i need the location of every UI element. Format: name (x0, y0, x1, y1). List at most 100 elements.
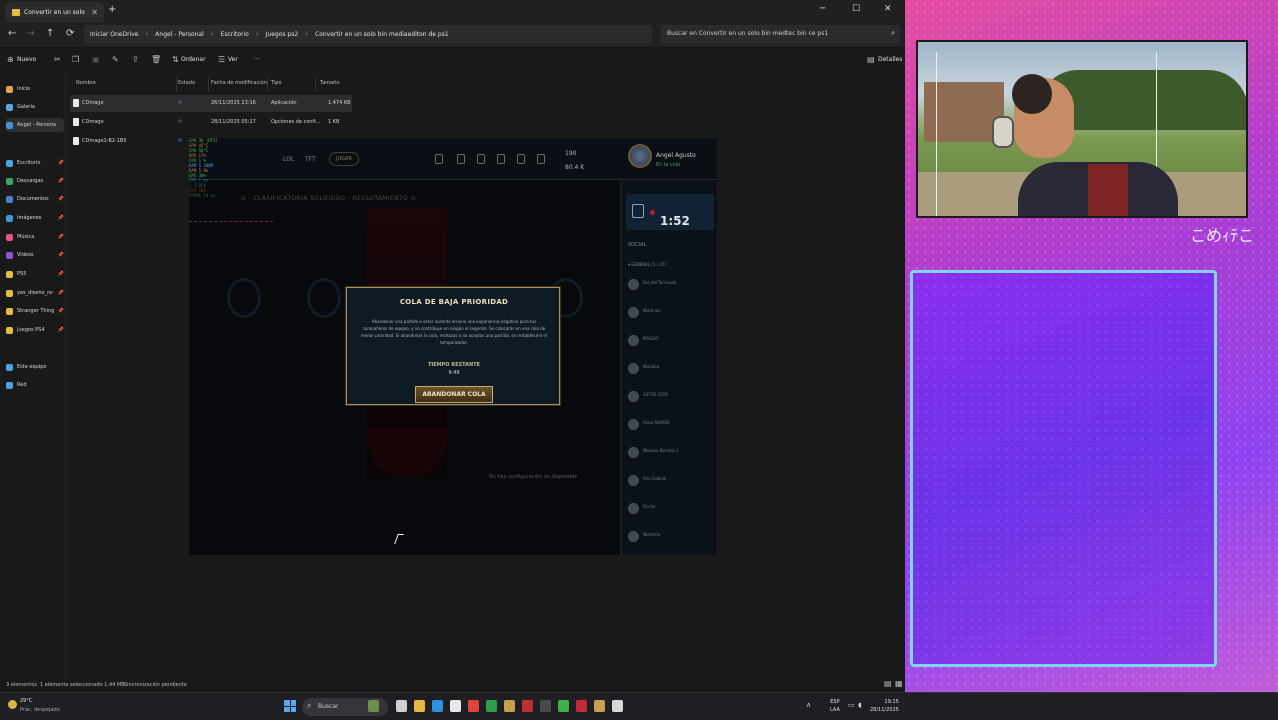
riot-client-icon[interactable] (576, 700, 587, 712)
tray-overflow-icon[interactable]: ∧ (806, 701, 811, 709)
file-row[interactable]: CDmage ⟳ 26/11/2025 23:16 Aplicación 1.474 K… (70, 95, 352, 112)
app-icon[interactable] (522, 700, 533, 712)
sidebar-item[interactable]: PS5 📌 (6, 267, 64, 281)
sort-button[interactable]: Ordenar (181, 56, 206, 63)
column-divider[interactable] (208, 78, 209, 92)
back-button[interactable]: ← (8, 28, 16, 39)
sidebar-item[interactable]: Imágenes 📌 (6, 211, 64, 225)
leave-queue-button[interactable]: ABANDONAR COLA (415, 386, 493, 403)
sidebar-item[interactable]: Escritorio 📌 (6, 156, 64, 170)
volume-icon[interactable]: ◖ (858, 701, 862, 709)
refresh-button[interactable]: ⟳ (66, 28, 74, 39)
sidebar-item[interactable]: Descargas 📌 (6, 174, 64, 188)
tab-tft[interactable]: TFT (305, 156, 316, 163)
store-icon[interactable] (537, 154, 545, 164)
loot-icon[interactable] (517, 154, 525, 164)
profile-icon[interactable] (477, 154, 485, 164)
sidebar-item[interactable]: Red (6, 378, 64, 392)
play-button[interactable]: JUGAR (329, 152, 359, 166)
breadcrumb-personal[interactable]: Angel - Personal (155, 31, 204, 38)
rename-icon[interactable]: ✎ (112, 55, 119, 64)
new-tab-button[interactable]: + (108, 4, 116, 15)
more-options-button[interactable]: ··· (254, 56, 260, 63)
whatsapp-icon[interactable] (486, 700, 497, 712)
friend-item[interactable]: Dio del Terrsuelo (628, 278, 712, 292)
up-button[interactable]: ↑ (46, 28, 54, 39)
view-button[interactable]: Ver (228, 56, 238, 63)
delete-icon[interactable]: 🗑 (151, 55, 161, 64)
breadcrumb-current[interactable]: Convertir en un solo bin mediaediton de … (315, 31, 449, 38)
address-bar[interactable]: Iniciar OneDrive › Angel - Personal › Es… (84, 25, 652, 43)
search-input[interactable]: Buscar en Convertir en un solo bin medte… (661, 25, 900, 43)
trophy-icon[interactable] (457, 154, 465, 164)
pin-icon: 📌 (57, 327, 64, 333)
sidebar-item[interactable]: Galería (6, 100, 64, 114)
file-row[interactable]: CDmage ⟳ 28/11/2025 05:27 Opciones de confi… (70, 114, 352, 131)
obs-icon[interactable] (540, 700, 551, 712)
friend-item[interactable]: Ana Gabriel (628, 474, 712, 488)
forward-button[interactable]: → (26, 28, 34, 39)
store-icon[interactable] (450, 700, 461, 712)
friend-item[interactable]: Monaco Benitez 1 (628, 446, 712, 460)
column-type[interactable]: Tipo (271, 80, 282, 86)
task-view-icon[interactable] (396, 700, 407, 712)
friend-group-header[interactable]: ▾ GENERAL (1 / 37) (628, 262, 666, 267)
explorer-tab[interactable]: Convertir en un solo bin mod ✕ (6, 2, 104, 22)
app-icon[interactable] (504, 700, 515, 712)
friend-item[interactable]: Martinez (628, 306, 712, 320)
details-button[interactable]: Detalles (878, 56, 903, 63)
column-divider[interactable] (176, 78, 177, 92)
breadcrumb-games[interactable]: Juegos ps2 (266, 31, 299, 38)
sidebar-item[interactable]: Angel - Persona (6, 118, 64, 132)
edge-icon[interactable] (432, 700, 443, 712)
breadcrumb-desktop[interactable]: Escritorio (221, 31, 249, 38)
sidebar-item[interactable]: Inicio (6, 82, 64, 96)
collection-icon[interactable] (497, 154, 505, 164)
app-icon[interactable] (612, 700, 623, 712)
column-status[interactable]: Estado (178, 80, 195, 86)
paste-icon[interactable]: ▣ (92, 55, 100, 64)
network-icon[interactable]: ▭ (848, 701, 855, 709)
close-tab-icon[interactable]: ✕ (91, 8, 98, 17)
friend-item[interactable]: Nietzche (628, 530, 712, 544)
column-divider[interactable] (315, 78, 316, 92)
app-icon[interactable] (558, 700, 569, 712)
search-highlight-icon[interactable] (368, 700, 379, 712)
league-icon[interactable] (594, 700, 605, 712)
friend-item[interactable]: Maraiba (628, 362, 712, 376)
minimize-button[interactable]: ─ (820, 4, 825, 14)
home-icon[interactable] (435, 154, 443, 164)
cut-icon[interactable]: ✂ (54, 55, 61, 64)
sidebar-item[interactable]: Música 📌 (6, 230, 64, 244)
breadcrumb-onedrive[interactable]: Iniciar OneDrive (90, 31, 138, 38)
maximize-button[interactable]: ☐ (852, 4, 860, 14)
column-divider[interactable] (267, 78, 268, 92)
language-indicator[interactable]: ESP LAA (830, 698, 840, 714)
details-view-icon[interactable]: ▤ (884, 679, 892, 688)
sidebar-item[interactable]: yes_diseño_re-P 📌 (6, 286, 64, 300)
close-window-button[interactable]: ✕ (884, 4, 892, 14)
sidebar-item[interactable]: Documentos 📌 (6, 192, 64, 206)
sidebar-item[interactable]: Stranger Things 📌 (6, 304, 64, 318)
friend-item[interactable]: Aviso NAMOR (628, 418, 712, 432)
tab-lol[interactable]: LOL (283, 156, 294, 163)
column-name[interactable]: Nombre (76, 80, 96, 86)
copy-icon[interactable]: ❐ (72, 55, 79, 64)
file-explorer-icon[interactable] (414, 700, 425, 712)
weather-widget[interactable]: 29°C Prac. despejado (6, 697, 66, 717)
sidebar-item[interactable]: Videos 📌 (6, 248, 64, 262)
avatar[interactable] (628, 144, 652, 168)
chrome-icon[interactable] (468, 700, 479, 712)
sidebar-item[interactable]: Este equipo (6, 360, 64, 374)
sidebar-item[interactable]: Juegos PS4 📌 (6, 323, 64, 337)
column-size[interactable]: Tamaño (320, 80, 339, 86)
clock[interactable]: 19:15 28/11/2025 (870, 698, 899, 714)
friend-item[interactable]: MAGIA5 (628, 334, 712, 348)
new-button[interactable]: Nuevo (17, 56, 36, 63)
friend-item[interactable]: Flo-ler (628, 502, 712, 516)
column-date[interactable]: Fecha de modificación (211, 80, 267, 86)
tiles-view-icon[interactable]: ▦ (895, 679, 903, 688)
start-button[interactable] (284, 700, 296, 712)
share-icon[interactable]: ⇪ (132, 55, 139, 64)
friend-item[interactable]: ASTOS 2026 (628, 390, 712, 404)
